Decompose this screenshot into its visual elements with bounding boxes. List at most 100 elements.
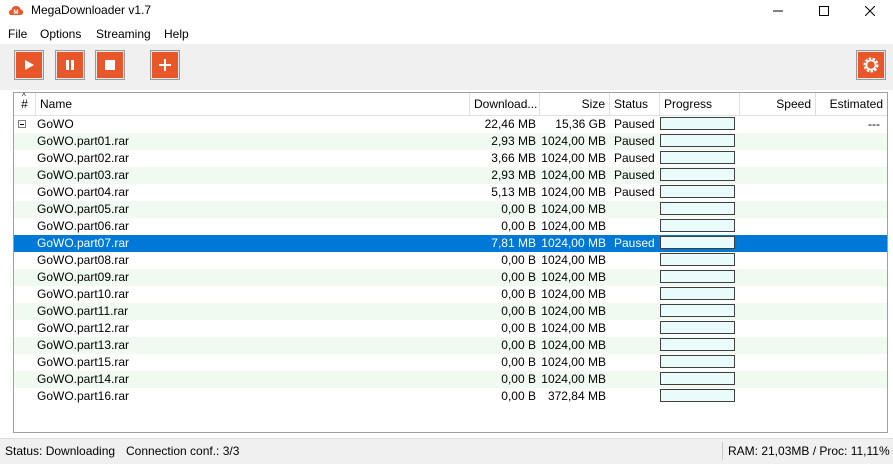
row-estimated [816, 252, 880, 269]
table-row[interactable]: GoWO.part16.rar 0,00 B 372,84 MB [14, 388, 887, 405]
column-header-number[interactable]: ^ # [14, 93, 36, 115]
add-download-button[interactable] [150, 50, 180, 80]
row-size: 1024,00 MB [541, 253, 606, 267]
title-bar: M MegaDownloader v1.7 [0, 0, 893, 22]
column-header-progress[interactable]: Progress [660, 93, 740, 115]
row-downloaded: 0,00 B [501, 253, 536, 267]
maximize-button[interactable] [801, 0, 847, 22]
row-progress-bar [660, 270, 735, 283]
row-downloaded: 5,13 MB [491, 185, 536, 199]
pause-button[interactable] [55, 50, 85, 80]
row-status: Paused [614, 151, 655, 165]
status-bar: Status: Downloading Connection conf.: 3/… [0, 438, 893, 464]
row-downloaded: 0,00 B [501, 372, 536, 386]
column-header-name[interactable]: Name [36, 93, 470, 115]
settings-button[interactable] [856, 50, 886, 80]
column-header-speed[interactable]: Speed [740, 93, 816, 115]
downloads-table[interactable]: ^ # Name Download... Size Status Progres… [13, 92, 888, 433]
table-row[interactable]: GoWO.part08.rar 0,00 B 1024,00 MB [14, 252, 887, 269]
add-icon [152, 52, 178, 78]
menu-file[interactable]: File [8, 27, 27, 41]
table-row[interactable]: GoWO.part15.rar 0,00 B 1024,00 MB [14, 354, 887, 371]
menu-options[interactable]: Options [40, 27, 81, 41]
stop-button[interactable] [95, 50, 125, 80]
column-header-status[interactable]: Status [610, 93, 660, 115]
menu-help[interactable]: Help [164, 27, 189, 41]
minimize-button[interactable] [755, 0, 801, 22]
row-size: 1024,00 MB [541, 134, 606, 148]
row-estimated [816, 320, 880, 337]
play-icon [16, 52, 42, 78]
row-name: GoWO.part16.rar [37, 389, 130, 403]
row-progress-bar [660, 321, 735, 334]
table-row[interactable]: GoWO.part04.rar 5,13 MB 1024,00 MB Paused [14, 184, 887, 201]
table-row[interactable]: GoWO.part06.rar 0,00 B 1024,00 MB [14, 218, 887, 235]
row-progress-bar [660, 151, 735, 164]
row-size: 1024,00 MB [541, 236, 606, 250]
row-status: Paused [614, 117, 655, 131]
column-header-downloaded[interactable]: Download... [470, 93, 540, 115]
row-progress-bar [660, 168, 735, 181]
row-size: 1024,00 MB [541, 338, 606, 352]
table-row[interactable]: GoWO.part13.rar 0,00 B 1024,00 MB [14, 337, 887, 354]
app-logo-icon: M [8, 3, 24, 19]
row-downloaded: 0,00 B [501, 338, 536, 352]
table-row[interactable]: GoWO.part07.rar 7,81 MB 1024,00 MB Paused [14, 235, 887, 252]
row-name: GoWO.part08.rar [37, 253, 130, 267]
pause-icon [57, 52, 83, 78]
row-downloaded: 0,00 B [501, 321, 536, 335]
row-downloaded: 2,93 MB [491, 134, 536, 148]
row-name: GoWO.part04.rar [37, 185, 130, 199]
row-name: GoWO.part11.rar [37, 304, 129, 318]
row-size: 1024,00 MB [541, 321, 606, 335]
row-status: Paused [614, 236, 655, 250]
row-progress-bar [660, 253, 735, 266]
row-downloaded: 0,00 B [501, 270, 536, 284]
row-size: 372,84 MB [547, 389, 606, 403]
menu-streaming[interactable]: Streaming [96, 27, 151, 41]
row-downloaded: 0,00 B [501, 304, 536, 318]
row-size: 1024,00 MB [541, 355, 606, 369]
collapse-toggle-icon[interactable] [18, 120, 26, 128]
row-size: 1024,00 MB [541, 372, 606, 386]
row-downloaded: 0,00 B [501, 355, 536, 369]
row-name: GoWO.part13.rar [37, 338, 130, 352]
row-estimated [816, 184, 880, 201]
table-row[interactable]: GoWO.part14.rar 0,00 B 1024,00 MB [14, 371, 887, 388]
table-row[interactable]: GoWO.part01.rar 2,93 MB 1024,00 MB Paused [14, 133, 887, 150]
row-downloaded: 22,46 MB [484, 117, 536, 131]
row-name: GoWO.part14.rar [37, 372, 130, 386]
row-size: 1024,00 MB [541, 202, 606, 216]
sort-ascending-icon: ^ [22, 93, 26, 101]
table-row[interactable]: GoWO.part10.rar 0,00 B 1024,00 MB [14, 286, 887, 303]
column-header-estimated[interactable]: Estimated [816, 93, 887, 115]
table-row[interactable]: GoWO.part09.rar 0,00 B 1024,00 MB [14, 269, 887, 286]
menu-bar: File Options Streaming Help [0, 24, 893, 44]
table-group-row[interactable]: GoWO 22,46 MB 15,36 GB Paused --- [14, 116, 887, 133]
row-estimated [816, 133, 880, 150]
row-downloaded: 2,93 MB [491, 168, 536, 182]
toolbar [0, 44, 893, 90]
table-row[interactable]: GoWO.part11.rar 0,00 B 1024,00 MB [14, 303, 887, 320]
row-estimated [816, 354, 880, 371]
row-progress-bar [660, 117, 735, 130]
column-header-size[interactable]: Size [540, 93, 610, 115]
table-row[interactable]: GoWO.part02.rar 3,66 MB 1024,00 MB Paused [14, 150, 887, 167]
row-estimated [816, 167, 880, 184]
row-name: GoWO.part01.rar [37, 134, 130, 148]
row-progress-bar [660, 202, 735, 215]
row-progress-bar [660, 134, 735, 147]
window-title: MegaDownloader v1.7 [31, 3, 152, 17]
row-size: 1024,00 MB [541, 304, 606, 318]
row-estimated [816, 201, 880, 218]
row-downloaded: 0,00 B [501, 219, 536, 233]
row-size: 1024,00 MB [541, 151, 606, 165]
table-row[interactable]: GoWO.part03.rar 2,93 MB 1024,00 MB Paused [14, 167, 887, 184]
table-header: ^ # Name Download... Size Status Progres… [14, 93, 887, 116]
start-button[interactable] [14, 50, 44, 80]
table-row[interactable]: GoWO.part05.rar 0,00 B 1024,00 MB [14, 201, 887, 218]
row-progress-bar [660, 287, 735, 300]
table-row[interactable]: GoWO.part12.rar 0,00 B 1024,00 MB [14, 320, 887, 337]
close-button[interactable] [847, 0, 893, 22]
row-progress-bar [660, 219, 735, 232]
